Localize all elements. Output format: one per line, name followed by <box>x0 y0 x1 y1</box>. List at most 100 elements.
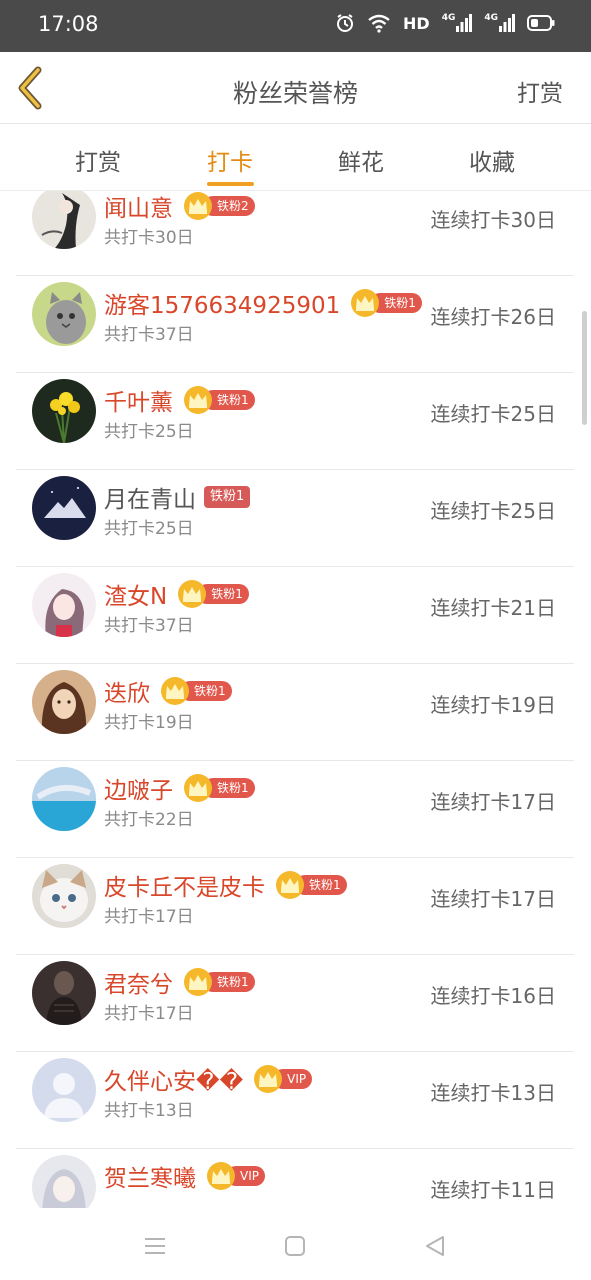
fan-badge: 铁粉1 <box>158 676 232 706</box>
user-name-line: 千叶薰 铁粉1 <box>104 383 255 417</box>
signal-icon <box>499 14 515 32</box>
streak-checkin: 连续打卡16日 <box>430 984 556 1008</box>
fan-badge: VIP <box>251 1064 313 1094</box>
total-checkin: 共打卡17日 <box>104 907 194 927</box>
total-checkin: 共打卡37日 <box>104 325 194 345</box>
network-type-label: 4G <box>441 13 456 23</box>
user-name-line: 久伴心安�� VIP <box>104 1062 313 1096</box>
tab-favorites[interactable]: 收藏 <box>432 143 552 177</box>
streak-checkin: 连续打卡25日 <box>430 499 556 523</box>
crown-icon <box>184 774 212 802</box>
user-name[interactable]: 迭欣 <box>104 674 150 708</box>
avatar[interactable] <box>32 864 96 928</box>
crown-icon <box>161 677 189 705</box>
tab-bar: 打赏 打卡 鲜花 收藏 <box>0 125 591 191</box>
avatar[interactable] <box>32 573 96 637</box>
streak-checkin: 连续打卡13日 <box>430 1081 556 1105</box>
avatar[interactable] <box>32 282 96 346</box>
user-name-line: 月在青山 铁粉1 <box>104 480 251 514</box>
user-name-line: 游客1576634925901 铁粉1 <box>104 286 422 320</box>
user-name-line: 渣女N 铁粉1 <box>104 577 249 611</box>
avatar[interactable] <box>32 1155 96 1208</box>
user-name-line: 迭欣 铁粉1 <box>104 674 232 708</box>
list-item[interactable]: 皮卡丘不是皮卡 铁粉1 共打卡17日 连续打卡17日 <box>16 858 574 955</box>
total-checkin: 共打卡25日 <box>104 422 194 442</box>
total-checkin: 共打卡19日 <box>104 713 194 733</box>
tab-reward[interactable]: 打赏 <box>38 143 158 177</box>
user-name[interactable]: 边啵子 <box>104 771 173 805</box>
avatar[interactable] <box>32 476 96 540</box>
avatar[interactable] <box>32 670 96 734</box>
menu-icon[interactable] <box>141 1232 169 1260</box>
streak-checkin: 连续打卡17日 <box>430 790 556 814</box>
list-item[interactable]: 千叶薰 铁粉1 共打卡25日 连续打卡25日 <box>16 373 574 470</box>
dark-photo-avatar-image <box>32 961 96 1025</box>
avatar[interactable] <box>32 1058 96 1122</box>
illustration-avatar-image <box>32 1155 96 1208</box>
streak-checkin: 连续打卡26日 <box>430 305 556 329</box>
user-name[interactable]: 皮卡丘不是皮卡 <box>104 868 265 902</box>
avatar[interactable] <box>32 961 96 1025</box>
fan-badge: 铁粉1 <box>181 385 255 415</box>
user-name[interactable]: 君奈兮 <box>104 965 173 999</box>
list-item[interactable]: 迭欣 铁粉1 共打卡19日 连续打卡19日 <box>16 664 574 761</box>
crown-icon <box>351 289 380 317</box>
fan-badge: 铁粉1 <box>348 288 422 318</box>
total-checkin: 共打卡13日 <box>104 1101 194 1121</box>
portrait-avatar-image <box>32 670 96 734</box>
total-checkin: 共打卡30日 <box>104 228 194 248</box>
list-item[interactable]: 君奈兮 铁粉1 共打卡17日 连续打卡16日 <box>16 955 574 1052</box>
avatar[interactable] <box>32 767 96 831</box>
crown-icon <box>184 386 212 414</box>
fan-badge: 铁粉1 <box>204 486 251 508</box>
streak-checkin: 连续打卡30日 <box>430 208 556 232</box>
crown-icon <box>254 1065 283 1093</box>
user-name[interactable]: 贺兰寒曦 <box>104 1159 196 1193</box>
user-name[interactable]: 月在青山 <box>104 480 196 514</box>
user-name-line: 贺兰寒曦 VIP <box>104 1159 265 1193</box>
mountain-avatar-image <box>32 476 96 540</box>
user-name[interactable]: 千叶薰 <box>104 383 173 417</box>
system-nav-bar <box>0 1208 591 1280</box>
fan-badge: 铁粉1 <box>181 773 255 803</box>
total-checkin: 共打卡22日 <box>104 810 194 830</box>
streak-checkin: 连续打卡25日 <box>430 402 556 426</box>
list-item[interactable]: 游客1576634925901 铁粉1 共打卡37日 连续打卡26日 <box>16 276 574 373</box>
status-time: 17:08 <box>38 12 99 36</box>
default-avatar-image <box>32 1058 96 1122</box>
list-item[interactable]: 月在青山 铁粉1 共打卡25日 连续打卡25日 <box>16 470 574 567</box>
list-item[interactable]: 久伴心安�� VIP 共打卡13日 连续打卡13日 <box>16 1052 574 1149</box>
user-name[interactable]: 久伴心安�� <box>104 1062 243 1096</box>
tab-flowers[interactable]: 鲜花 <box>301 143 421 177</box>
status-icons: HD 4G 4G <box>335 13 555 33</box>
streak-checkin: 连续打卡19日 <box>430 693 556 717</box>
fan-badge: VIP <box>204 1161 265 1191</box>
user-name[interactable]: 闻山意 <box>104 191 173 223</box>
streak-checkin: 连续打卡17日 <box>430 887 556 911</box>
network-type-label: 4G <box>484 13 498 23</box>
page-title: 粉丝荣誉榜 <box>232 79 358 108</box>
back-triangle-icon[interactable] <box>421 1232 449 1260</box>
total-checkin: 共打卡25日 <box>104 519 194 539</box>
active-tab-indicator <box>207 182 254 186</box>
flowers-avatar-image <box>32 379 96 443</box>
cat-avatar-image <box>32 282 96 346</box>
user-name-line: 君奈兮 铁粉1 <box>104 965 255 999</box>
fan-list[interactable]: 闻山意 铁粉2 共打卡30日 连续打卡30日 游客1576634925901 铁… <box>0 191 591 1208</box>
list-item[interactable]: 闻山意 铁粉2 共打卡30日 连续打卡30日 <box>16 191 574 276</box>
crown-icon <box>184 968 212 996</box>
ink-painting-avatar-image <box>32 191 96 249</box>
list-item[interactable]: 边啵子 铁粉1 共打卡22日 连续打卡17日 <box>16 761 574 858</box>
user-name[interactable]: 渣女N <box>104 577 167 611</box>
user-name[interactable]: 游客1576634925901 <box>104 286 340 320</box>
list-item[interactable]: 贺兰寒曦 VIP 连续打卡11日 <box>16 1149 574 1208</box>
tab-checkin[interactable]: 打卡 <box>170 143 290 177</box>
reward-action-button[interactable]: 打赏 <box>517 74 563 108</box>
list-item[interactable]: 渣女N 铁粉1 共打卡37日 连续打卡21日 <box>16 567 574 664</box>
avatar[interactable] <box>32 191 96 249</box>
hd-label: HD <box>403 13 430 33</box>
avatar[interactable] <box>32 379 96 443</box>
home-square-icon[interactable] <box>281 1232 309 1260</box>
scrollbar[interactable] <box>582 311 587 425</box>
streak-checkin: 连续打卡11日 <box>430 1178 556 1202</box>
